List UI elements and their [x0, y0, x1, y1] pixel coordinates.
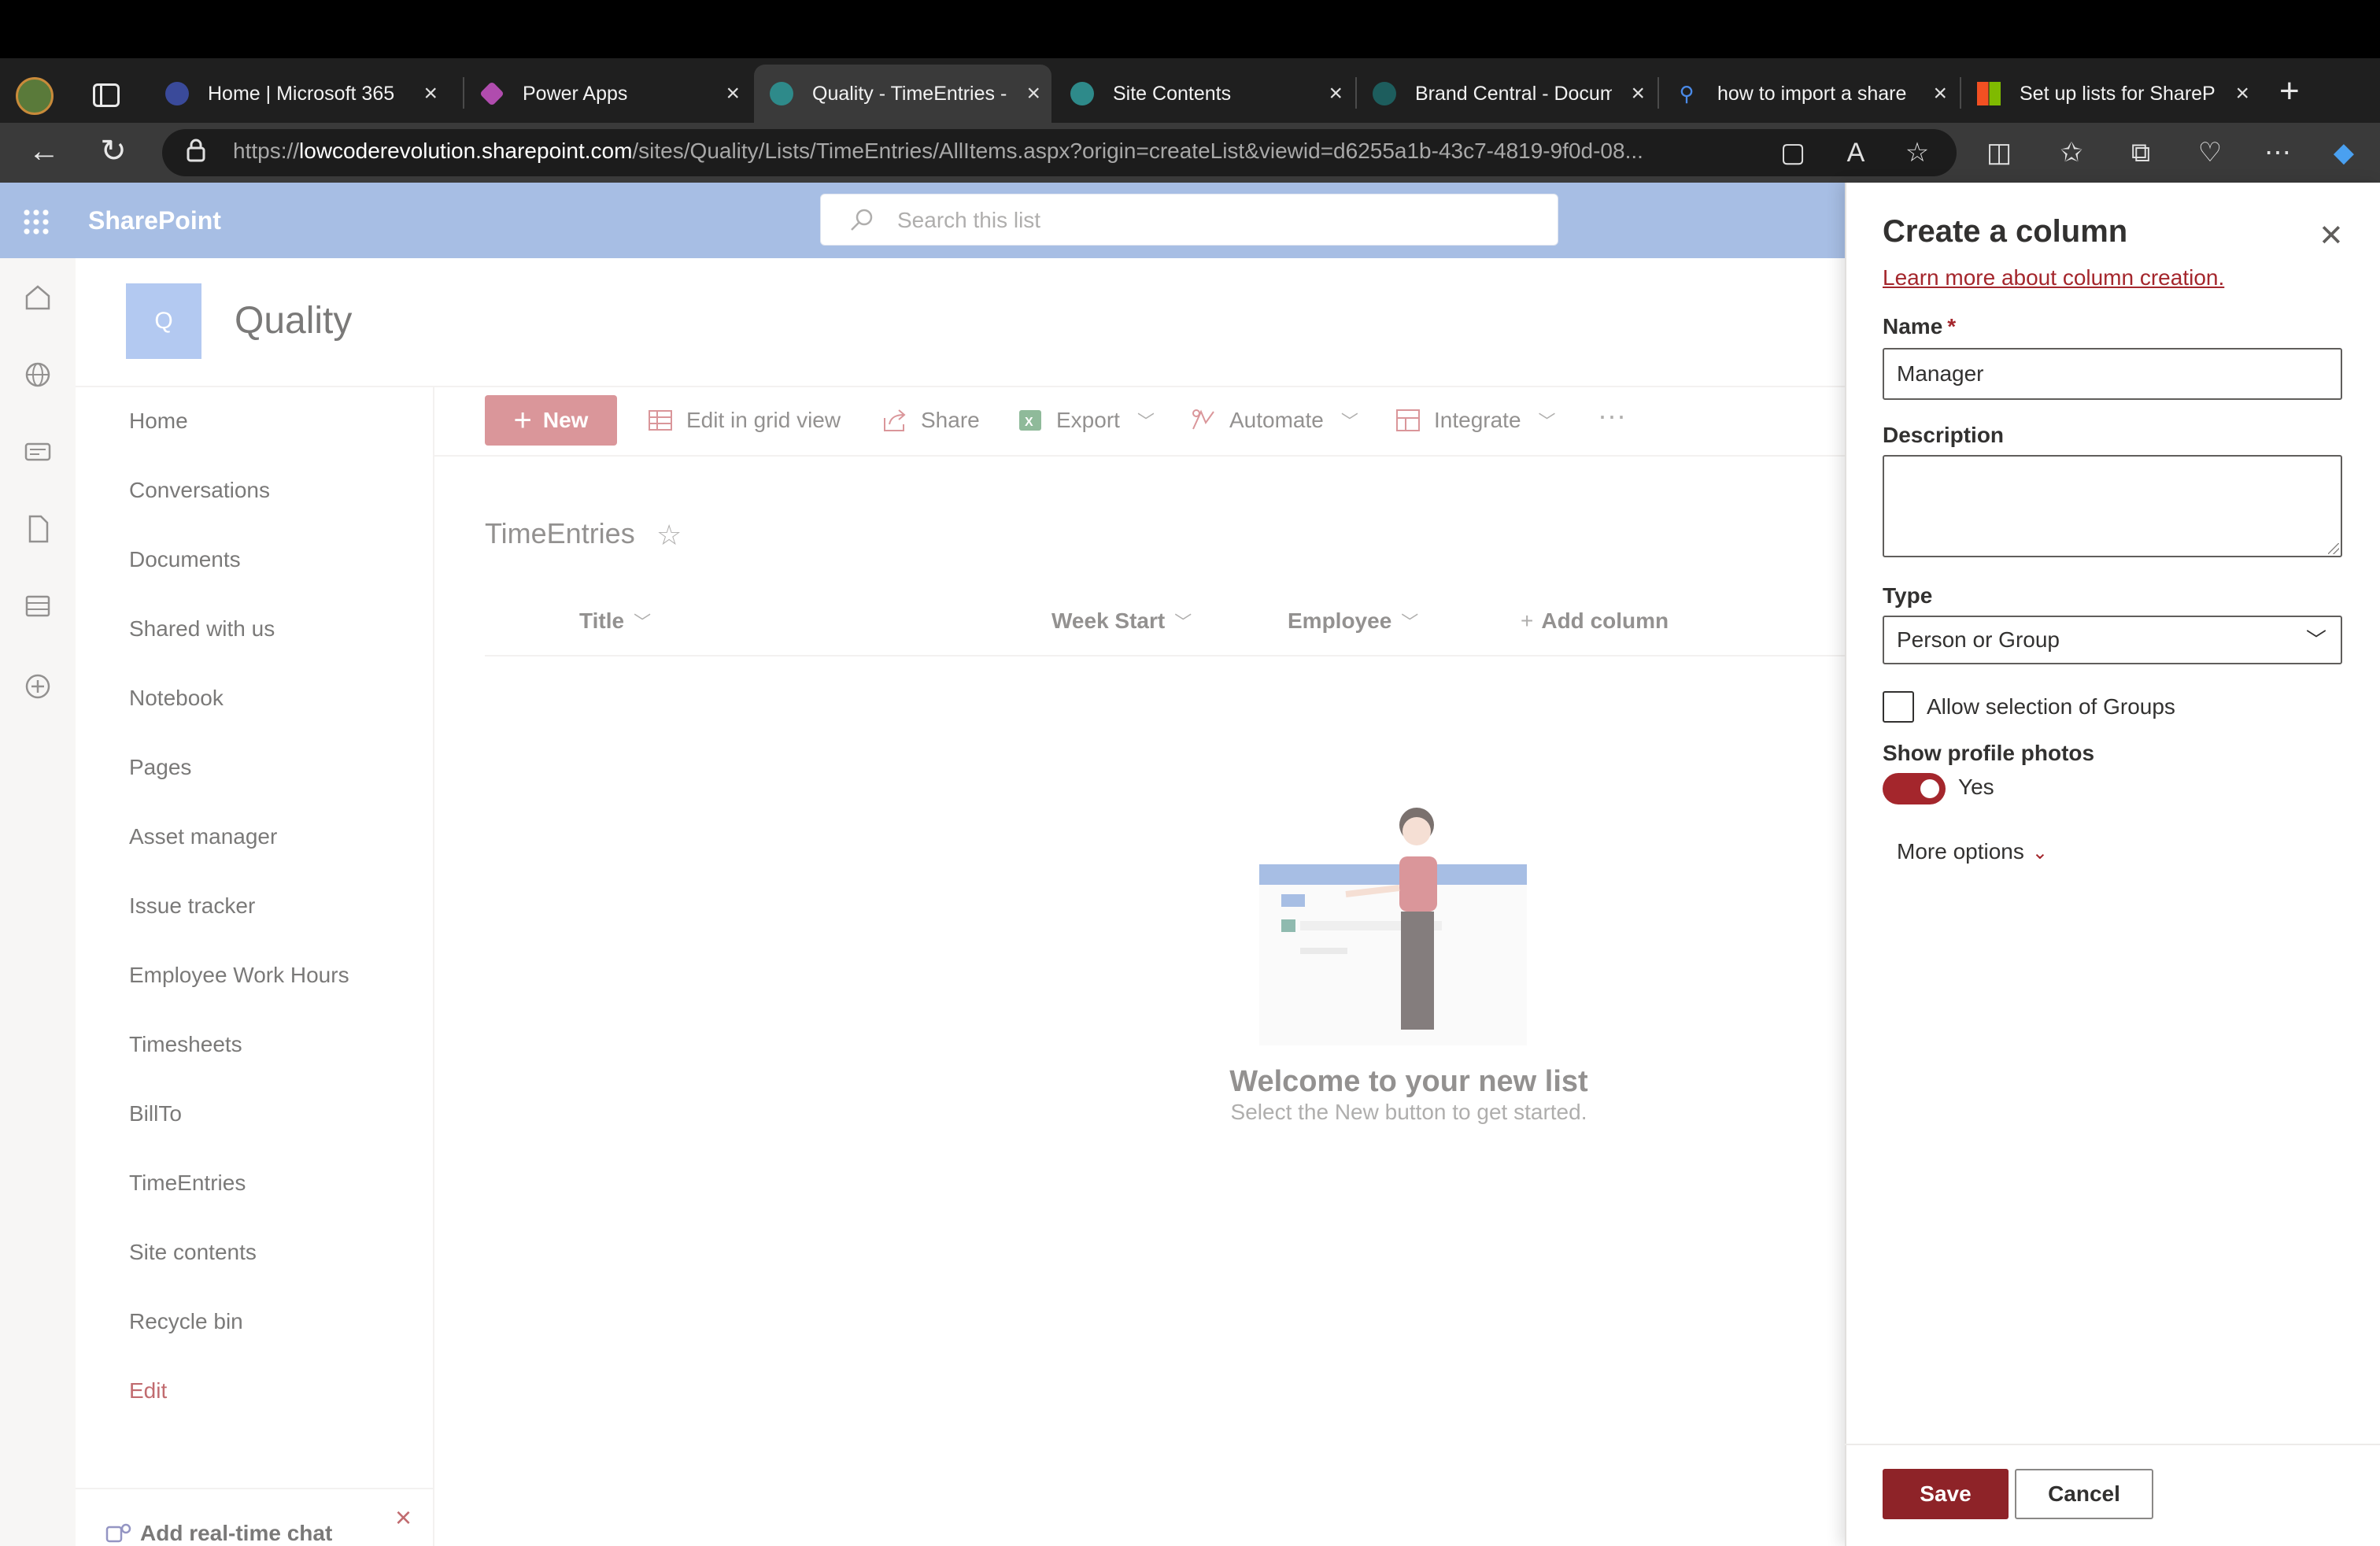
new-tab-button[interactable]: +: [2279, 74, 2300, 109]
collections-icon[interactable]: ⧉: [2122, 135, 2160, 170]
type-label: Type: [1883, 583, 1933, 608]
app-available-icon[interactable]: ▢: [1774, 135, 1812, 170]
tab-quality-timeentries[interactable]: Quality - TimeEntries - ×: [754, 65, 1051, 123]
more-menu-icon[interactable]: ⋯: [2259, 135, 2297, 170]
close-tab-icon[interactable]: ×: [1933, 82, 1947, 105]
save-button[interactable]: Save: [1883, 1469, 2009, 1519]
profile-avatar[interactable]: [16, 77, 54, 115]
sharepoint-icon: [770, 82, 793, 105]
powerapps-icon: [479, 81, 504, 106]
back-icon[interactable]: ←: [22, 132, 66, 170]
split-screen-icon[interactable]: ◫: [1980, 135, 2018, 170]
close-tab-icon[interactable]: ×: [423, 82, 438, 105]
refresh-icon[interactable]: ↻: [91, 132, 135, 170]
description-label: Description: [1883, 423, 2005, 447]
read-aloud-icon[interactable]: A: [1837, 135, 1875, 170]
panel-footer-divider: [1845, 1444, 2380, 1445]
close-tab-icon[interactable]: ×: [2235, 82, 2249, 105]
favorites-icon[interactable]: ✩: [2053, 135, 2090, 170]
microsoft-icon: [1977, 82, 2001, 105]
tab-brand-central[interactable]: Brand Central - Docum ×: [1357, 65, 1656, 123]
toggle-knob: [1920, 779, 1939, 798]
close-tab-icon[interactable]: ×: [1026, 82, 1040, 105]
tab-microsoft-365[interactable]: Home | Microsoft 365 ×: [150, 65, 449, 123]
tab-setup-lists[interactable]: Set up lists for ShareP ×: [1961, 65, 2260, 123]
sharepoint-icon: [1373, 82, 1396, 105]
close-tab-icon[interactable]: ×: [1631, 82, 1645, 105]
allow-groups-label: Allow selection of Groups: [1927, 694, 2175, 719]
name-label: Name *: [1883, 314, 1957, 338]
profile-photos-value: Yes: [1958, 775, 1994, 799]
url-text[interactable]: https://lowcoderevolution.sharepoint.com…: [233, 137, 1643, 165]
learn-more-link[interactable]: Learn more about column creation.: [1883, 264, 2224, 291]
search-icon: ⚲: [1679, 82, 1694, 105]
window-top-bar: [0, 0, 2380, 58]
lock-icon: [187, 139, 205, 162]
description-field[interactable]: [1883, 455, 2342, 557]
profile-photos-label: Show profile photos: [1883, 741, 2095, 765]
chevron-down-icon: ﹀: [2305, 628, 2326, 652]
m365-icon: [165, 82, 189, 105]
copilot-icon[interactable]: ◆: [2325, 135, 2363, 170]
profile-photos-toggle[interactable]: [1883, 773, 1946, 804]
browser-essentials-icon[interactable]: ♡: [2191, 135, 2229, 170]
cancel-button[interactable]: Cancel: [2015, 1469, 2153, 1519]
resize-handle-icon[interactable]: [2328, 543, 2339, 554]
allow-groups-checkbox[interactable]: [1883, 691, 1914, 723]
content-overlay: [0, 183, 1845, 1546]
type-dropdown[interactable]: Person or Group ﹀: [1883, 616, 2342, 664]
tab-power-apps[interactable]: Power Apps ×: [464, 65, 751, 123]
chevron-down-icon: ⌄: [2031, 842, 2048, 864]
panel-title: Create a column: [1883, 214, 2128, 249]
more-options-button[interactable]: More options ⌄: [1897, 838, 2048, 867]
close-tab-icon[interactable]: ×: [1329, 82, 1343, 105]
name-field[interactable]: Manager: [1883, 348, 2342, 400]
favorite-star-icon[interactable]: ☆: [1898, 135, 1936, 170]
sharepoint-icon: [1070, 82, 1094, 105]
tab-actions-icon[interactable]: [93, 83, 120, 107]
close-tab-icon[interactable]: ×: [726, 82, 740, 105]
tab-search-import[interactable]: ⚲ how to import a share ×: [1659, 65, 1958, 123]
tab-site-contents[interactable]: Site Contents ×: [1055, 65, 1354, 123]
close-icon[interactable]: ✕: [2319, 220, 2344, 252]
